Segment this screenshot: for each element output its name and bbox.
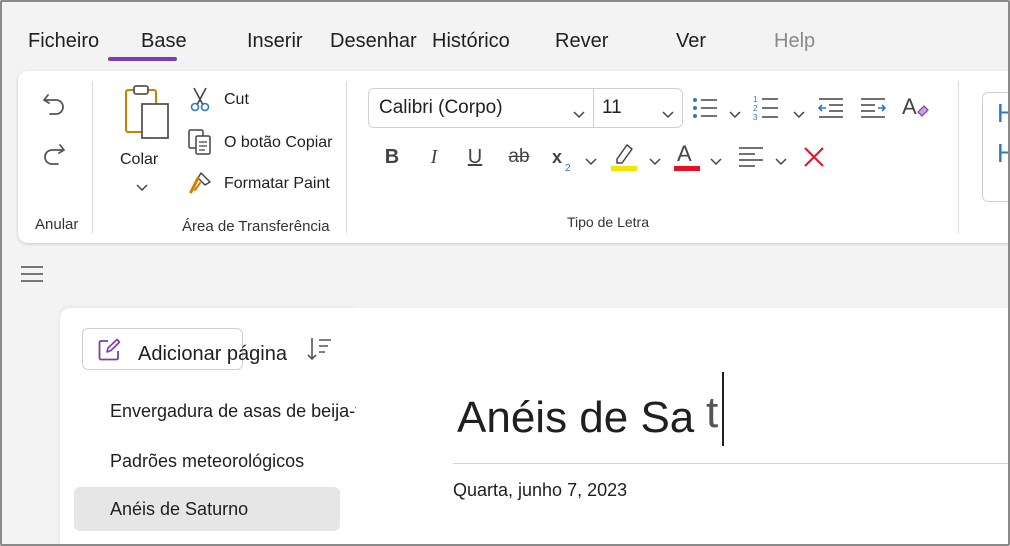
svg-text:2: 2 (565, 163, 571, 173)
redo-icon[interactable] (38, 137, 70, 169)
chevron-down-icon[interactable] (585, 153, 597, 171)
svg-text:A: A (677, 141, 692, 166)
highlighter-icon[interactable] (608, 139, 640, 173)
numbering-icon[interactable]: 123 (751, 93, 781, 123)
styles-gallery[interactable]: H H (982, 92, 1010, 202)
tab-help[interactable]: Help (774, 30, 815, 53)
title-divider (453, 463, 1010, 464)
paste-label[interactable]: Colar (120, 151, 158, 169)
copy-label[interactable]: O botão Copiar (224, 134, 333, 152)
new-page-icon (97, 338, 121, 367)
font-group-label: Tipo de Letra (567, 214, 649, 230)
svg-text:A: A (902, 94, 917, 119)
page-title-tail: t (706, 388, 719, 437)
chevron-down-icon[interactable] (649, 153, 661, 171)
clear-formatting-icon[interactable] (800, 143, 828, 171)
tab-historico[interactable]: Histórico (432, 30, 510, 53)
font-name-value: Calibri (Corpo) (379, 97, 503, 118)
paste-icon[interactable] (118, 81, 174, 143)
page-date: Quarta, junho 7, 2023 (453, 480, 628, 500)
styles-gallery-item: H (997, 138, 1010, 168)
format-paint-label[interactable]: Formatar Paint (224, 175, 330, 193)
text-cursor (722, 372, 724, 446)
page-list-item[interactable]: Padrões meteorológicos (74, 439, 340, 483)
font-size-value: 11 (602, 97, 622, 118)
menu-bar: Ficheiro Base Inserir Desenhar Histórico… (0, 0, 1010, 70)
italic-icon[interactable]: I (420, 143, 448, 171)
tab-desenhar[interactable]: Desenhar (330, 30, 417, 53)
font-name-dropdown[interactable]: Calibri (Corpo) (368, 88, 594, 128)
undo-icon[interactable] (38, 87, 70, 119)
styles-gallery-item: H (997, 98, 1010, 128)
tab-base[interactable]: Base (141, 30, 187, 53)
scissors-icon[interactable] (186, 85, 214, 113)
format-painter-icon[interactable] (186, 169, 214, 197)
page-list-item-selected[interactable]: Anéis de Saturno (74, 487, 340, 531)
svg-text:3: 3 (753, 113, 758, 122)
increase-indent-icon[interactable] (858, 93, 888, 123)
tab-inserir[interactable]: Inserir (247, 30, 303, 53)
bullets-icon[interactable] (690, 93, 720, 123)
strikethrough-icon[interactable]: ab (504, 143, 534, 171)
clipboard-group-label: Área de Transferência (182, 218, 330, 235)
ribbon-separator (958, 81, 959, 233)
font-size-dropdown[interactable]: 11 (593, 88, 683, 128)
chevron-down-icon[interactable] (710, 153, 722, 171)
navigation-menu-icon[interactable] (20, 264, 44, 284)
tab-ver[interactable]: Ver (676, 30, 706, 53)
page-title-input[interactable]: Anéis de Sa (457, 393, 694, 443)
svg-text:1: 1 (753, 95, 758, 104)
ribbon: Anular Colar Cut O botão Copiar Formatar… (18, 71, 1010, 243)
undo-group-label: Anular (35, 216, 79, 233)
ribbon-separator (92, 81, 93, 233)
page-list-item[interactable]: Envergadura de asas de beija-flor (74, 389, 380, 433)
cut-label[interactable]: Cut (224, 91, 249, 109)
bold-icon[interactable]: B (378, 143, 406, 171)
subscript-icon[interactable]: x2 (551, 145, 577, 173)
chevron-down-icon[interactable] (729, 106, 741, 124)
chevron-down-icon[interactable] (775, 153, 787, 171)
sort-icon[interactable] (305, 336, 333, 367)
svg-text:2: 2 (753, 104, 758, 113)
active-tab-indicator (108, 57, 177, 61)
align-icon[interactable] (736, 143, 766, 171)
add-page-label[interactable]: Adicionar página (138, 343, 287, 366)
tab-ficheiro[interactable]: Ficheiro (28, 30, 99, 53)
decrease-indent-icon[interactable] (816, 93, 846, 123)
chevron-down-icon[interactable] (136, 179, 148, 197)
tab-rever[interactable]: Rever (555, 30, 608, 53)
copy-icon[interactable] (186, 127, 214, 157)
chevron-down-icon (573, 103, 585, 125)
ribbon-separator (346, 81, 347, 233)
chevron-down-icon (662, 103, 674, 125)
styles-icon[interactable]: A (900, 91, 932, 123)
font-color-icon[interactable]: A (672, 139, 702, 173)
chevron-down-icon[interactable] (793, 106, 805, 124)
underline-icon[interactable]: U (461, 143, 489, 171)
svg-text:x: x (552, 147, 562, 167)
